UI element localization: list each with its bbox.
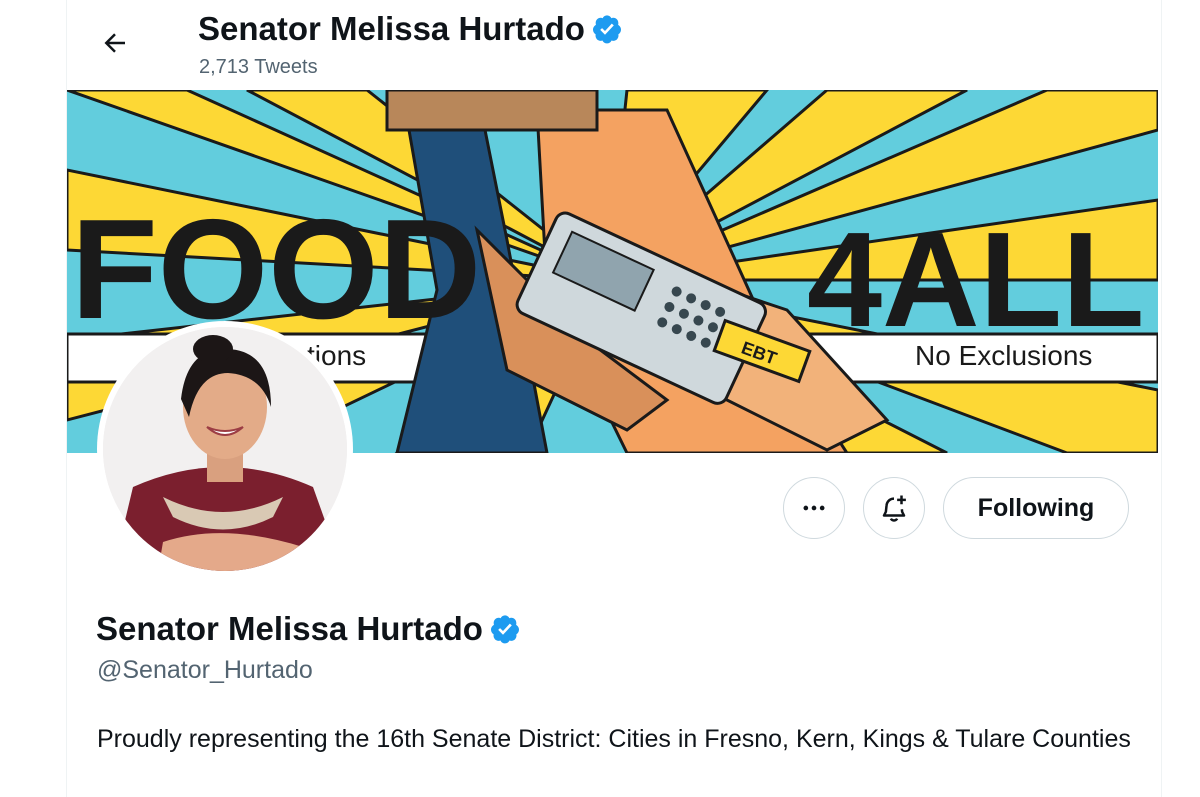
banner-left-word: FOOD (71, 190, 481, 349)
profile-bio: Proudly representing the 16th Senate Dis… (97, 725, 1131, 753)
avatar-photo (103, 327, 347, 571)
arrow-left-icon (104, 33, 125, 53)
profile-name-row: Senator Melissa Hurtado (96, 610, 521, 648)
verified-badge-icon (592, 15, 621, 44)
more-options-button[interactable] (783, 477, 845, 539)
bell-plus-icon (882, 495, 906, 522)
notifications-button[interactable] (863, 477, 925, 539)
banner-right-word: 4ALL (807, 204, 1145, 355)
tweet-count: 2,713 Tweets (199, 56, 318, 78)
ellipsis-icon (803, 505, 825, 511)
verified-badge-icon (490, 615, 519, 644)
banner-right-caption: No Exclusions (915, 340, 1092, 371)
header-title: Senator Melissa Hurtado (198, 10, 585, 47)
back-button[interactable] (94, 22, 136, 64)
following-button[interactable]: Following (943, 477, 1129, 539)
profile-handle: @Senator_Hurtado (97, 656, 313, 684)
header-title-row: Senator Melissa Hurtado (198, 10, 623, 48)
avatar[interactable] (103, 327, 347, 571)
profile-name: Senator Melissa Hurtado (96, 610, 483, 647)
